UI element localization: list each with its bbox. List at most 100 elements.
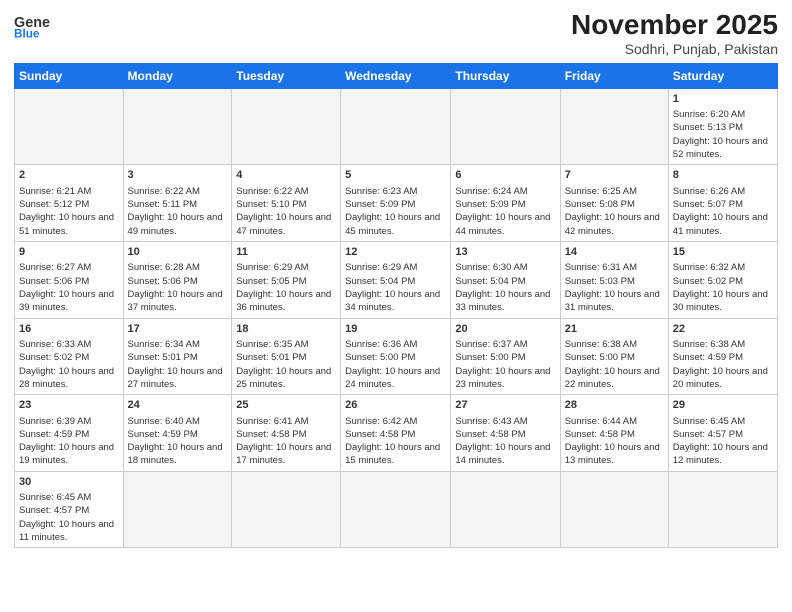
- day-number: 5: [345, 168, 446, 183]
- day-info: Sunrise: 6:29 AM Sunset: 5:04 PM Dayligh…: [345, 261, 446, 314]
- day-number: 13: [455, 245, 555, 260]
- calendar-day: 27 Sunrise: 6:43 AM Sunset: 4:58 PM Dayli…: [451, 395, 560, 472]
- calendar-day: 15Sunrise: 6:32 AM Sunset: 5:02 PM Dayli…: [668, 241, 777, 318]
- day-info: Sunrise: 6:35 AM Sunset: 5:01 PM Dayligh…: [236, 338, 336, 391]
- calendar-day: [123, 471, 232, 548]
- day-number: 6: [455, 168, 555, 183]
- calendar-day: 24 Sunrise: 6:40 AM Sunset: 4:59 PM Dayli…: [123, 395, 232, 472]
- location: Sodhri, Punjab, Pakistan: [571, 41, 778, 57]
- calendar-day: 14Sunrise: 6:31 AM Sunset: 5:03 PM Dayli…: [560, 241, 668, 318]
- calendar-day: 22Sunrise: 6:38 AM Sunset: 4:59 PM Dayli…: [668, 318, 777, 395]
- calendar-day: [232, 88, 341, 165]
- day-number: 22: [673, 322, 773, 337]
- calendar-day: 25Sunrise: 6:41 AM Sunset: 4:58 PM Dayli…: [232, 395, 341, 472]
- day-number: 17: [128, 322, 228, 337]
- day-info: Sunrise: 6:43 AM Sunset: 4:58 PM Dayligh…: [455, 415, 555, 468]
- day-info: Sunrise: 6:33 AM Sunset: 5:02 PM Dayligh…: [19, 338, 119, 391]
- day-info: Sunrise: 6:34 AM Sunset: 5:01 PM Dayligh…: [128, 338, 228, 391]
- header: General Blue November 2025 Sodhri, Punja…: [14, 10, 778, 57]
- calendar-day: [451, 471, 560, 548]
- calendar-day: 11Sunrise: 6:29 AM Sunset: 5:05 PM Dayli…: [232, 241, 341, 318]
- calendar-day: 29 Sunrise: 6:45 AM Sunset: 4:57 PM Dayli…: [668, 395, 777, 472]
- col-wednesday: Wednesday: [341, 63, 451, 88]
- day-number: 4: [236, 168, 336, 183]
- calendar-day: 18Sunrise: 6:35 AM Sunset: 5:01 PM Dayli…: [232, 318, 341, 395]
- logo: General Blue: [14, 10, 50, 40]
- calendar-day: 28 Sunrise: 6:44 AM Sunset: 4:58 PM Dayli…: [560, 395, 668, 472]
- day-info: Sunrise: 6:31 AM Sunset: 5:03 PM Dayligh…: [565, 261, 664, 314]
- title-block: November 2025 Sodhri, Punjab, Pakistan: [571, 10, 778, 57]
- svg-text:Blue: Blue: [14, 28, 40, 40]
- day-info: Sunrise: 6:45 AM Sunset: 4:57 PM Dayligh…: [19, 491, 119, 544]
- calendar-header-row: Sunday Monday Tuesday Wednesday Thursday…: [15, 63, 778, 88]
- calendar-week-row: 23Sunrise: 6:39 AM Sunset: 4:59 PM Dayli…: [15, 395, 778, 472]
- day-number: 18: [236, 322, 336, 337]
- day-info: Sunrise: 6:39 AM Sunset: 4:59 PM Dayligh…: [19, 415, 119, 468]
- calendar-day: 13Sunrise: 6:30 AM Sunset: 5:04 PM Dayli…: [451, 241, 560, 318]
- day-number: 10: [128, 245, 228, 260]
- col-thursday: Thursday: [451, 63, 560, 88]
- day-info: Sunrise: 6:24 AM Sunset: 5:09 PM Dayligh…: [455, 185, 555, 238]
- calendar-day: 21Sunrise: 6:38 AM Sunset: 5:00 PM Dayli…: [560, 318, 668, 395]
- calendar-day: 1Sunrise: 6:20 AM Sunset: 5:13 PM Daylig…: [668, 88, 777, 165]
- calendar-week-row: 2Sunrise: 6:21 AM Sunset: 5:12 PM Daylig…: [15, 165, 778, 242]
- calendar-day: 3Sunrise: 6:22 AM Sunset: 5:11 PM Daylig…: [123, 165, 232, 242]
- calendar-day: [560, 471, 668, 548]
- day-number: 9: [19, 245, 119, 260]
- calendar-day: [560, 88, 668, 165]
- day-number: 1: [673, 92, 773, 107]
- day-info: Sunrise: 6:38 AM Sunset: 5:00 PM Dayligh…: [565, 338, 664, 391]
- calendar-day: [451, 88, 560, 165]
- day-number: 8: [673, 168, 773, 183]
- calendar-day: 23Sunrise: 6:39 AM Sunset: 4:59 PM Dayli…: [15, 395, 124, 472]
- day-info: Sunrise: 6:25 AM Sunset: 5:08 PM Dayligh…: [565, 185, 664, 238]
- calendar-week-row: 1Sunrise: 6:20 AM Sunset: 5:13 PM Daylig…: [15, 88, 778, 165]
- day-info: Sunrise: 6:30 AM Sunset: 5:04 PM Dayligh…: [455, 261, 555, 314]
- day-number: 15: [673, 245, 773, 260]
- day-info: Sunrise: 6:41 AM Sunset: 4:58 PM Dayligh…: [236, 415, 336, 468]
- day-number: 29: [673, 398, 773, 413]
- day-number: 19: [345, 322, 446, 337]
- day-info: Sunrise: 6:44 AM Sunset: 4:58 PM Dayligh…: [565, 415, 664, 468]
- day-info: Sunrise: 6:32 AM Sunset: 5:02 PM Dayligh…: [673, 261, 773, 314]
- day-info: Sunrise: 6:26 AM Sunset: 5:07 PM Dayligh…: [673, 185, 773, 238]
- day-info: Sunrise: 6:23 AM Sunset: 5:09 PM Dayligh…: [345, 185, 446, 238]
- day-number: 3: [128, 168, 228, 183]
- day-info: Sunrise: 6:45 AM Sunset: 4:57 PM Dayligh…: [673, 415, 773, 468]
- day-number: 16: [19, 322, 119, 337]
- calendar-day: 2Sunrise: 6:21 AM Sunset: 5:12 PM Daylig…: [15, 165, 124, 242]
- calendar-week-row: 16Sunrise: 6:33 AM Sunset: 5:02 PM Dayli…: [15, 318, 778, 395]
- day-info: Sunrise: 6:38 AM Sunset: 4:59 PM Dayligh…: [673, 338, 773, 391]
- day-info: Sunrise: 6:40 AM Sunset: 4:59 PM Dayligh…: [128, 415, 228, 468]
- col-sunday: Sunday: [15, 63, 124, 88]
- calendar-day: 12Sunrise: 6:29 AM Sunset: 5:04 PM Dayli…: [341, 241, 451, 318]
- calendar-day: 4 Sunrise: 6:22 AM Sunset: 5:10 PM Daylig…: [232, 165, 341, 242]
- day-number: 28: [565, 398, 664, 413]
- day-number: 20: [455, 322, 555, 337]
- day-info: Sunrise: 6:42 AM Sunset: 4:58 PM Dayligh…: [345, 415, 446, 468]
- day-info: Sunrise: 6:37 AM Sunset: 5:00 PM Dayligh…: [455, 338, 555, 391]
- day-info: Sunrise: 6:22 AM Sunset: 5:10 PM Dayligh…: [236, 185, 336, 238]
- day-number: 24: [128, 398, 228, 413]
- day-number: 14: [565, 245, 664, 260]
- page: General Blue November 2025 Sodhri, Punja…: [0, 0, 792, 612]
- col-saturday: Saturday: [668, 63, 777, 88]
- day-info: Sunrise: 6:27 AM Sunset: 5:06 PM Dayligh…: [19, 261, 119, 314]
- calendar-week-row: 9Sunrise: 6:27 AM Sunset: 5:06 PM Daylig…: [15, 241, 778, 318]
- calendar-day: 7 Sunrise: 6:25 AM Sunset: 5:08 PM Daylig…: [560, 165, 668, 242]
- day-info: Sunrise: 6:36 AM Sunset: 5:00 PM Dayligh…: [345, 338, 446, 391]
- day-number: 7: [565, 168, 664, 183]
- calendar-day: 6 Sunrise: 6:24 AM Sunset: 5:09 PM Daylig…: [451, 165, 560, 242]
- logo-icon: General Blue: [14, 10, 50, 40]
- day-number: 30: [19, 475, 119, 490]
- calendar-day: 26 Sunrise: 6:42 AM Sunset: 4:58 PM Dayli…: [341, 395, 451, 472]
- col-monday: Monday: [123, 63, 232, 88]
- calendar-day: [123, 88, 232, 165]
- day-info: Sunrise: 6:28 AM Sunset: 5:06 PM Dayligh…: [128, 261, 228, 314]
- calendar-day: [668, 471, 777, 548]
- calendar-day: 16Sunrise: 6:33 AM Sunset: 5:02 PM Dayli…: [15, 318, 124, 395]
- day-number: 26: [345, 398, 446, 413]
- day-number: 27: [455, 398, 555, 413]
- col-friday: Friday: [560, 63, 668, 88]
- calendar-day: 10Sunrise: 6:28 AM Sunset: 5:06 PM Dayli…: [123, 241, 232, 318]
